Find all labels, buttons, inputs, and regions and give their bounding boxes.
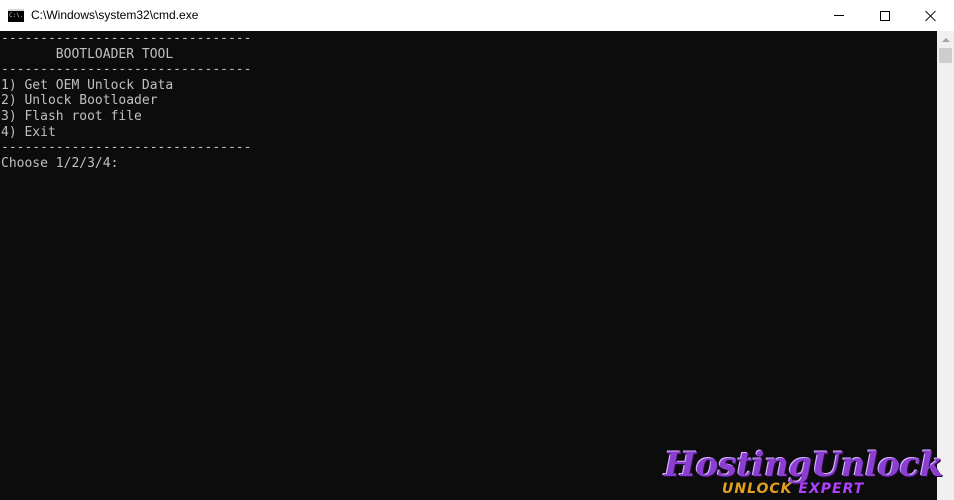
cmd-icon-glyph: C:\. (9, 12, 24, 19)
console-line: 2) Unlock Bootloader (1, 93, 158, 109)
console-prompt[interactable]: Choose 1/2/3/4: (0, 156, 937, 172)
console-line: -------------------------------- (1, 140, 252, 156)
watermark-logo: HostingUnlock UNLOCK EXPERT (664, 446, 950, 500)
cmd-app-icon[interactable]: C:\. (8, 9, 24, 22)
scroll-up-button[interactable] (937, 31, 954, 48)
window-title: C:\Windows\system32\cmd.exe (31, 8, 199, 22)
watermark-primary-text: HostingUnlock (664, 445, 943, 485)
close-icon (925, 10, 937, 22)
vertical-scrollbar[interactable] (937, 31, 954, 500)
title-bar[interactable]: C:\. C:\Windows\system32\cmd.exe (0, 0, 954, 31)
console-line: BOOTLOADER TOOL (1, 46, 174, 62)
cmd-window: C:\. C:\Windows\system32\cmd.exe -------… (0, 0, 954, 500)
minimize-icon (834, 15, 844, 16)
maximize-icon (880, 10, 890, 21)
watermark-secondary-text: UNLOCK EXPERT (722, 480, 864, 498)
maximize-button[interactable] (862, 0, 908, 31)
console-line: 4) Exit (1, 124, 56, 140)
console-line: 1) Get OEM Unlock Data (1, 77, 174, 93)
scrollbar-thumb[interactable] (939, 48, 952, 63)
console-lines: -------------------------------- BOOTLOA… (0, 31, 937, 171)
watermark-word-unlock: UNLOCK (722, 481, 793, 497)
console-line: 3) Flash root file (1, 108, 142, 124)
minimize-button[interactable] (816, 0, 862, 31)
console-line: -------------------------------- (1, 31, 252, 46)
console-line: -------------------------------- (1, 62, 252, 78)
watermark-word-expert: EXPERT (798, 481, 865, 497)
console-output[interactable]: -------------------------------- BOOTLOA… (0, 31, 937, 500)
arrow-up-icon (941, 37, 950, 42)
close-button[interactable] (908, 0, 954, 31)
